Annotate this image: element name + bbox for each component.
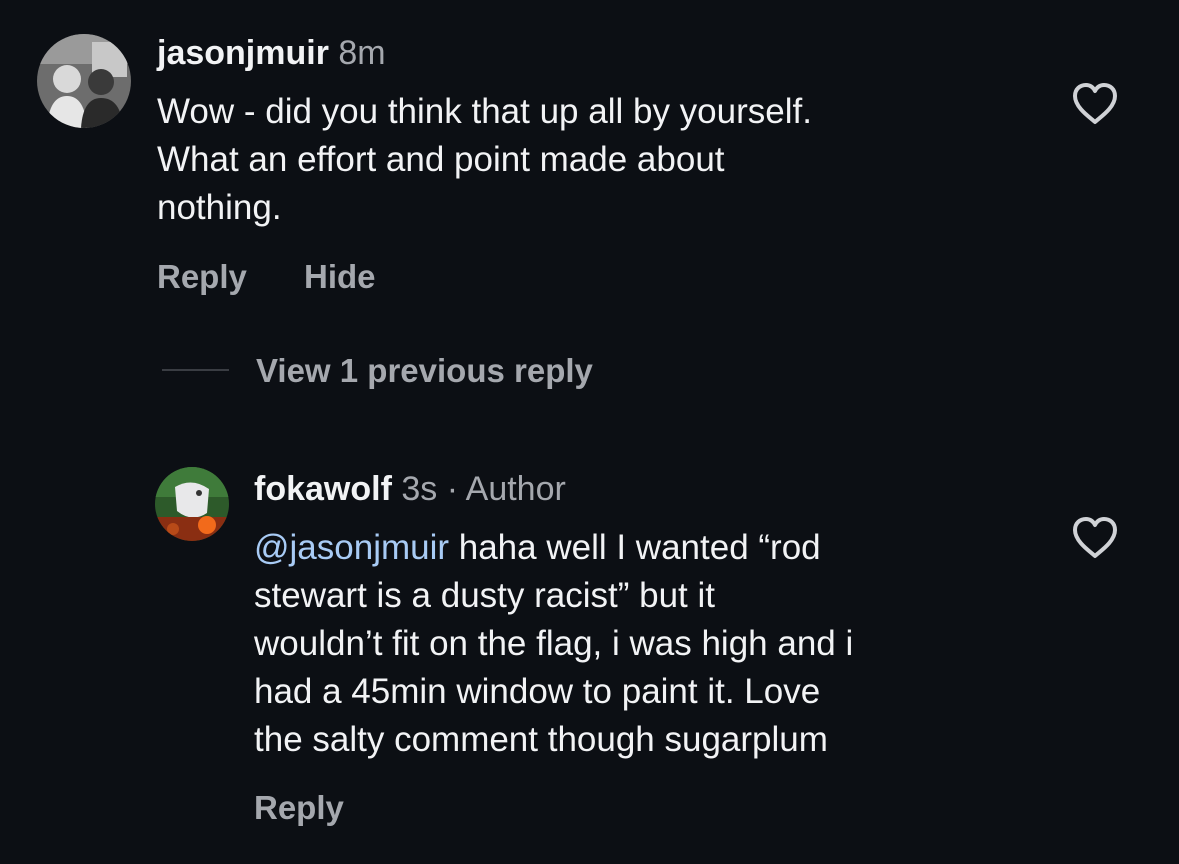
reply-text-line: wouldn’t fit on the flag, i was high and… [254,624,854,663]
comments-screen: jasonjmuir 8m Wow - did you think that u… [0,0,1179,864]
reply-text-line: had a 45min window to paint it. Love [254,672,821,711]
avatar-fokawolf[interactable] [155,467,229,541]
reply-button[interactable]: Reply [254,788,344,828]
author-badge: Author [465,470,566,508]
comment-text: Wow - did you think that up all by yours… [157,88,812,232]
reply-timestamp: 3s [401,470,438,508]
reply-text: @jasonjmuir haha well I wanted “rod stew… [254,524,853,764]
comment-text-line: nothing. [157,188,282,227]
hide-button[interactable]: Hide [304,257,376,297]
reply-button[interactable]: Reply [157,257,247,297]
reply-username[interactable]: fokawolf [254,470,392,508]
comment-text-line: Wow - did you think that up all by yours… [157,92,812,131]
meta-separator: · [446,470,459,508]
reply-meta: fokawolf 3s · Author [254,469,566,509]
heart-icon[interactable] [1071,516,1119,560]
mention-link[interactable]: @jasonjmuir [254,528,449,567]
reply-text-line-rest: haha well I wanted “rod [449,528,821,567]
comment-text-line: What an effort and point made about [157,140,725,179]
comment-meta: jasonjmuir 8m [157,33,386,73]
reply-text-line: @jasonjmuir haha well I wanted “rod [254,524,853,572]
comment-username[interactable]: jasonjmuir [157,34,329,72]
heart-icon[interactable] [1071,82,1119,126]
avatar-jasonjmuir[interactable] [37,34,131,128]
view-previous-replies-button[interactable]: View 1 previous reply [256,351,593,391]
reply-text-line: stewart is a dusty racist” but it [254,576,715,615]
thread-divider [162,369,229,371]
reply-text-line: the salty comment though sugarplum [254,720,828,759]
comment-timestamp: 8m [338,34,386,72]
